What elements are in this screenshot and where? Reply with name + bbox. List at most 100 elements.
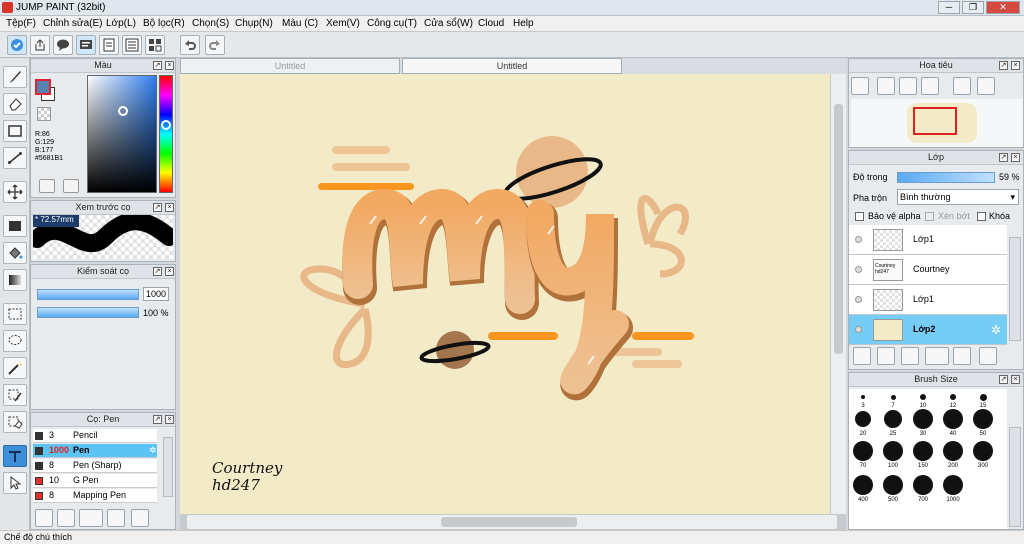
line-icon[interactable] <box>3 147 27 169</box>
menu-help[interactable]: Help <box>513 18 534 29</box>
brush-size-option[interactable] <box>943 409 963 429</box>
float-icon[interactable]: ↗ <box>999 61 1008 70</box>
close-icon[interactable]: × <box>1011 153 1020 162</box>
brush-icon[interactable] <box>3 66 27 88</box>
select-pen-icon[interactable] <box>3 384 27 406</box>
zoom-out-icon[interactable] <box>921 77 939 95</box>
rectangle-icon[interactable] <box>3 120 27 142</box>
comment-icon[interactable] <box>53 35 73 55</box>
brush-size-option[interactable] <box>973 441 993 461</box>
close-button[interactable]: ✕ <box>986 1 1020 14</box>
zoom-in-icon[interactable] <box>851 77 869 95</box>
select-eraser-icon[interactable] <box>3 411 27 433</box>
navigator-preview[interactable] <box>851 99 1023 147</box>
copy-layer-icon[interactable] <box>901 347 919 365</box>
flip-icon[interactable] <box>977 77 995 95</box>
brush-size-input[interactable]: 1000 <box>143 287 169 301</box>
menu-view[interactable]: Xem(V) <box>326 18 360 29</box>
maximize-button[interactable]: ❐ <box>962 1 984 14</box>
layer-row[interactable]: Lớp1 <box>849 285 1007 315</box>
gear-icon[interactable]: ✲ <box>149 444 157 457</box>
brush-size-option[interactable] <box>883 441 903 461</box>
brush-size-scrollbar[interactable] <box>1009 427 1021 527</box>
protect-alpha-checkbox[interactable] <box>855 212 864 221</box>
undo-icon[interactable] <box>180 35 200 55</box>
color-picker-handle[interactable] <box>118 106 128 116</box>
palette-icon[interactable] <box>39 179 55 193</box>
saturation-value-picker[interactable] <box>87 75 157 193</box>
rotate-icon[interactable] <box>953 77 971 95</box>
close-icon[interactable]: × <box>165 61 174 70</box>
float-icon[interactable]: ↗ <box>999 375 1008 384</box>
brush-size-option[interactable] <box>913 409 933 429</box>
canvas[interactable]: Courtney hd247 <box>180 74 830 514</box>
visibility-icon[interactable] <box>855 296 862 303</box>
redo-icon[interactable] <box>205 35 225 55</box>
share-icon[interactable] <box>30 35 50 55</box>
brush-size-option[interactable] <box>883 475 903 495</box>
menu-filter[interactable]: Bộ lọc(R) <box>143 18 185 29</box>
pages-icon[interactable] <box>122 35 142 55</box>
layer-scrollbar[interactable] <box>1009 237 1021 341</box>
float-icon[interactable]: ↗ <box>153 415 162 424</box>
menu-tools[interactable]: Công cụ(T) <box>367 18 417 29</box>
brush-size-option[interactable] <box>855 411 871 427</box>
text-icon[interactable] <box>3 445 27 467</box>
close-icon[interactable]: × <box>1011 61 1020 70</box>
menu-file[interactable]: Tệp(F) <box>6 18 36 29</box>
lock-checkbox[interactable] <box>977 212 986 221</box>
check-icon[interactable] <box>7 35 27 55</box>
bucket-icon[interactable] <box>3 242 27 264</box>
annotation-icon[interactable] <box>76 35 96 55</box>
layer-row[interactable]: Courtney hd247 Courtney <box>849 255 1007 285</box>
brush-size-option[interactable] <box>950 394 956 400</box>
grid-icon[interactable] <box>145 35 165 55</box>
minimize-button[interactable]: ─ <box>938 1 960 14</box>
page-icon[interactable] <box>99 35 119 55</box>
brush-size-option[interactable] <box>920 394 926 400</box>
brush-size-option[interactable] <box>853 475 873 495</box>
float-icon[interactable]: ↗ <box>153 203 162 212</box>
blend-mode-select[interactable]: Bình thường ▾ <box>897 189 1019 205</box>
layer-folder-icon[interactable] <box>953 347 971 365</box>
float-icon[interactable]: ↗ <box>999 153 1008 162</box>
brush-opacity-slider[interactable] <box>37 307 139 318</box>
horizontal-scrollbar[interactable] <box>186 514 838 530</box>
brush-size-option[interactable] <box>979 393 987 401</box>
tab-untitled-2[interactable]: Untitled <box>402 58 622 74</box>
fit-screen-icon[interactable] <box>899 77 917 95</box>
clipping-checkbox[interactable] <box>925 212 934 221</box>
brush-size-option[interactable] <box>943 475 963 495</box>
marquee-icon[interactable] <box>3 303 27 325</box>
brush-size-option[interactable] <box>913 441 933 461</box>
menu-cloud[interactable]: Cloud <box>478 18 504 29</box>
close-icon[interactable]: × <box>165 267 174 276</box>
brush-list-scrollbar[interactable] <box>163 437 173 497</box>
float-icon[interactable]: ↗ <box>153 267 162 276</box>
visibility-icon[interactable] <box>855 236 862 243</box>
move-icon[interactable] <box>3 181 27 203</box>
new-layer-icon[interactable] <box>853 347 871 365</box>
brush-item[interactable]: 1000 Pen ✲ <box>33 444 157 458</box>
brush-size-option[interactable] <box>943 441 963 461</box>
visibility-icon[interactable] <box>855 326 862 333</box>
menu-color[interactable]: Màu (C) <box>282 18 318 29</box>
fill-rect-icon[interactable] <box>3 215 27 237</box>
lasso-icon[interactable] <box>3 330 27 352</box>
transparent-swatch[interactable] <box>37 107 51 121</box>
new-layer-folder-icon[interactable] <box>877 347 895 365</box>
brush-size-option[interactable] <box>861 395 865 399</box>
layer-row[interactable]: Lớp2 ✲ <box>849 315 1007 345</box>
menu-window[interactable]: Cửa sổ(W) <box>424 18 473 29</box>
brush-size-option[interactable] <box>973 409 993 429</box>
zoom-in-plus-icon[interactable] <box>877 77 895 95</box>
menu-select[interactable]: Chọn(S) <box>192 18 229 29</box>
brush-settings-icon[interactable] <box>107 509 125 527</box>
brush-cloud-icon[interactable] <box>35 509 53 527</box>
horizontal-scroll-thumb[interactable] <box>441 517 577 527</box>
brush-size-slider[interactable] <box>37 289 139 300</box>
merge-layer-icon[interactable] <box>979 347 997 365</box>
float-icon[interactable]: ↗ <box>153 61 162 70</box>
brush-size-option[interactable] <box>913 475 933 495</box>
tab-untitled-1[interactable]: Untitled <box>180 58 400 74</box>
